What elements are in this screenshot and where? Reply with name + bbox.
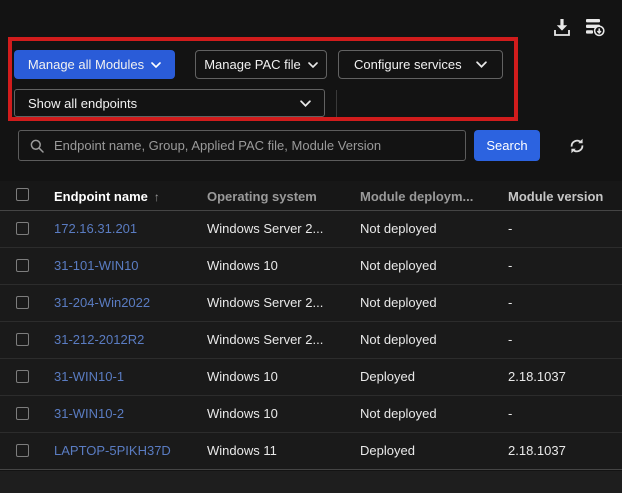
chevron-down-icon xyxy=(308,62,318,68)
row-checkbox[interactable] xyxy=(16,333,29,346)
configure-services-label: Configure services xyxy=(354,57,462,72)
chevron-down-icon xyxy=(151,62,161,68)
module-deployment-cell: Not deployed xyxy=(360,258,437,273)
endpoint-filter-value: Show all endpoints xyxy=(28,96,137,111)
column-header-endpoint-name[interactable]: Endpoint name ↑ xyxy=(54,189,160,204)
endpoint-filter-dropdown[interactable]: Show all endpoints xyxy=(14,89,325,117)
manage-all-modules-button[interactable]: Manage all Modules xyxy=(14,50,175,79)
row-checkbox[interactable] xyxy=(16,259,29,272)
module-deployment-cell: Not deployed xyxy=(360,221,437,236)
column-header-endpoint-label: Endpoint name xyxy=(54,189,148,204)
refresh-icon[interactable] xyxy=(567,137,586,156)
sort-ascending-icon: ↑ xyxy=(154,190,160,204)
endpoint-name-link[interactable]: 31-204-Win2022 xyxy=(54,295,150,310)
module-deployment-cell: Not deployed xyxy=(360,406,437,421)
module-version-cell: 2.18.1037 xyxy=(508,369,566,384)
endpoint-name-link[interactable]: 31-WIN10-2 xyxy=(54,406,124,421)
operating-system-cell: Windows Server 2... xyxy=(207,221,323,236)
operating-system-cell: Windows 10 xyxy=(207,369,278,384)
operating-system-cell: Windows 10 xyxy=(207,406,278,421)
table-footer-bar xyxy=(0,471,622,493)
column-header-module-deployment[interactable]: Module deploym... xyxy=(360,189,473,204)
manage-all-modules-label: Manage all Modules xyxy=(28,57,144,72)
module-deployment-cell: Deployed xyxy=(360,443,415,458)
endpoint-name-link[interactable]: LAPTOP-5PIKH37D xyxy=(54,443,171,458)
select-all-checkbox[interactable] xyxy=(16,188,29,201)
table-row: 31-204-Win2022 Windows Server 2... Not d… xyxy=(0,285,622,322)
module-version-cell: - xyxy=(508,221,512,236)
column-header-module-version[interactable]: Module version xyxy=(508,189,603,204)
chevron-down-icon xyxy=(300,100,311,107)
table-row: 172.16.31.201 Windows Server 2... Not de… xyxy=(0,211,622,248)
table-row: 31-212-2012R2 Windows Server 2... Not de… xyxy=(0,322,622,359)
table-row: 31-WIN10-2 Windows 10 Not deployed - xyxy=(0,396,622,433)
module-version-cell: - xyxy=(508,332,512,347)
endpoint-name-link[interactable]: 31-WIN10-1 xyxy=(54,369,124,384)
row-checkbox[interactable] xyxy=(16,296,29,309)
search-icon xyxy=(29,138,45,154)
chevron-down-icon xyxy=(476,61,487,68)
module-deployment-cell: Not deployed xyxy=(360,332,437,347)
table-row: LAPTOP-5PIKH37D Windows 11 Deployed 2.18… xyxy=(0,433,622,470)
table-row: 31-WIN10-1 Windows 10 Deployed 2.18.1037 xyxy=(0,359,622,396)
endpoint-table-body: 172.16.31.201 Windows Server 2... Not de… xyxy=(0,211,622,470)
endpoint-name-link[interactable]: 31-212-2012R2 xyxy=(54,332,144,347)
table-header-row: Endpoint name ↑ Operating system Module d… xyxy=(0,181,622,211)
row-checkbox[interactable] xyxy=(16,407,29,420)
endpoint-management-screen: Manage all Modules Manage PAC file Confi… xyxy=(0,0,622,493)
endpoint-name-link[interactable]: 172.16.31.201 xyxy=(54,221,137,236)
row-checkbox[interactable] xyxy=(16,222,29,235)
row-checkbox[interactable] xyxy=(16,370,29,383)
row-checkbox[interactable] xyxy=(16,444,29,457)
module-version-cell: 2.18.1037 xyxy=(508,443,566,458)
operating-system-cell: Windows Server 2... xyxy=(207,295,323,310)
operating-system-cell: Windows Server 2... xyxy=(207,332,323,347)
module-deployment-cell: Not deployed xyxy=(360,295,437,310)
table-row: 31-101-WIN10 Windows 10 Not deployed - xyxy=(0,248,622,285)
operating-system-cell: Windows 10 xyxy=(207,258,278,273)
column-header-operating-system[interactable]: Operating system xyxy=(207,189,317,204)
configure-services-button[interactable]: Configure services xyxy=(338,50,503,79)
operating-system-cell: Windows 11 xyxy=(207,443,277,458)
search-button[interactable]: Search xyxy=(474,130,540,161)
endpoint-name-link[interactable]: 31-101-WIN10 xyxy=(54,258,139,273)
manage-pac-file-label: Manage PAC file xyxy=(204,57,301,72)
download-icon[interactable] xyxy=(551,17,573,40)
search-field[interactable] xyxy=(18,130,466,161)
module-deployment-cell: Deployed xyxy=(360,369,415,384)
module-version-cell: - xyxy=(508,295,512,310)
manage-pac-file-button[interactable]: Manage PAC file xyxy=(195,50,327,79)
module-version-cell: - xyxy=(508,406,512,421)
search-input[interactable] xyxy=(54,138,455,153)
module-version-cell: - xyxy=(508,258,512,273)
toolbar-divider xyxy=(336,90,337,117)
export-status-icon[interactable] xyxy=(583,16,607,40)
